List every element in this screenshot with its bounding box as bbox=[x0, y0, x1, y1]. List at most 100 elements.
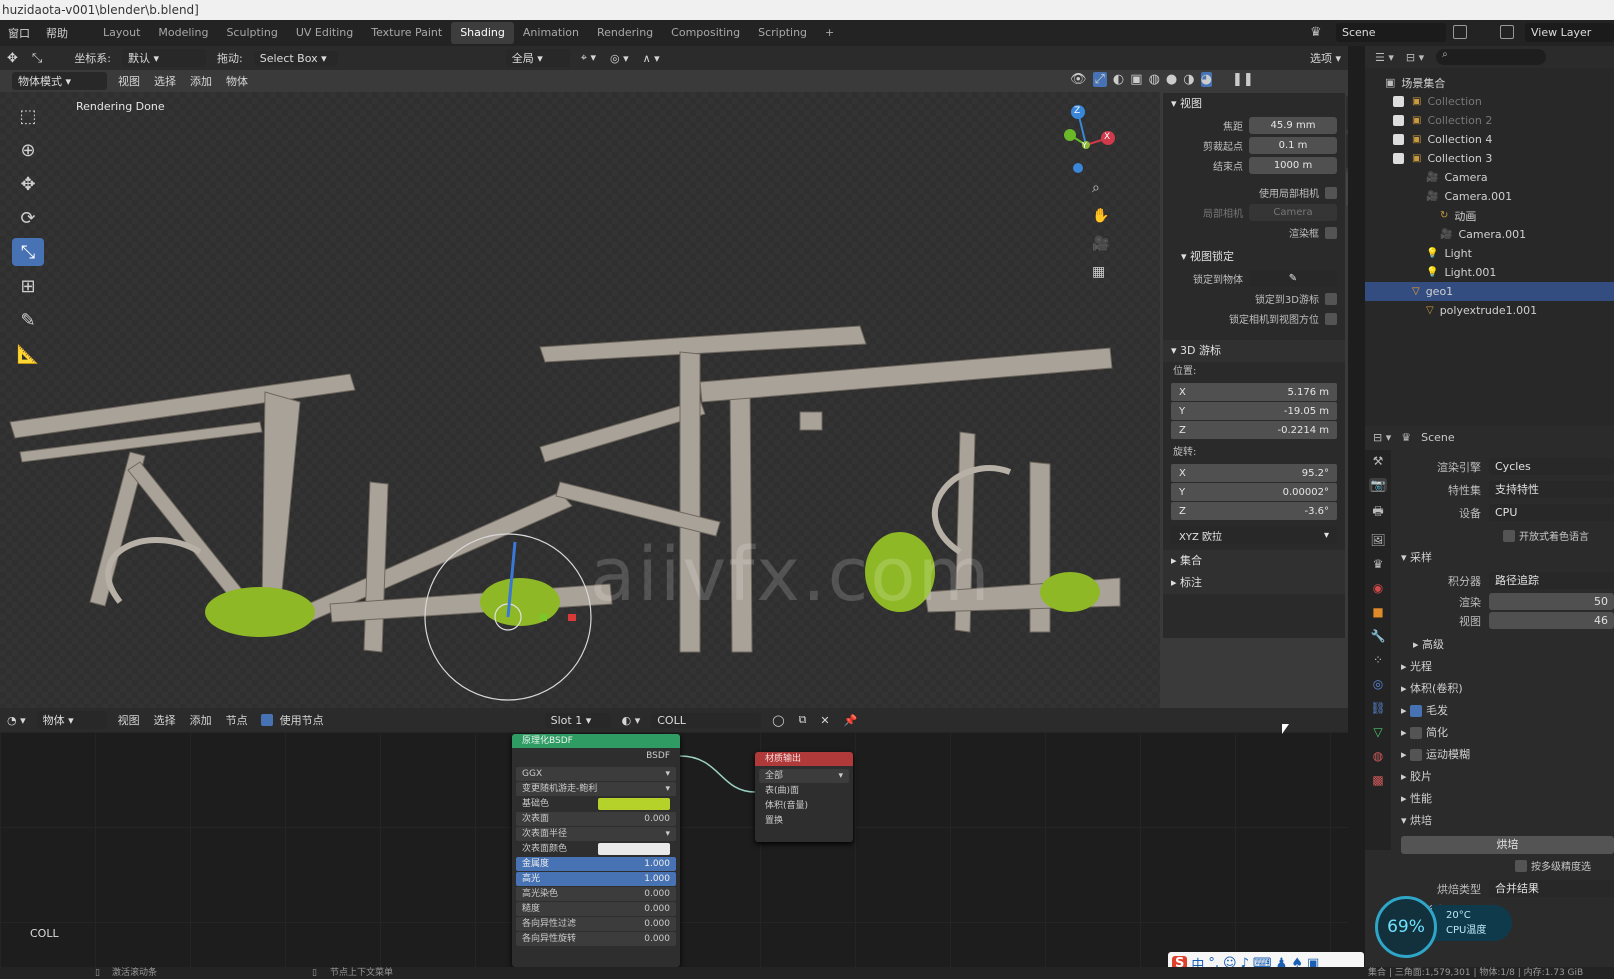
outliner-root[interactable]: ▣ 场景集合 bbox=[1365, 73, 1614, 92]
side-tab-view[interactable]: 视图 bbox=[1346, 172, 1348, 206]
tab-compositing[interactable]: Compositing bbox=[662, 22, 749, 44]
cursor-loc-x[interactable]: X 5.176 m bbox=[1171, 383, 1337, 401]
transform-tool-icon[interactable]: ✥ bbox=[0, 51, 25, 66]
outliner-item[interactable]: 🎥 Camera bbox=[1365, 168, 1614, 187]
unlink-material-icon[interactable]: ✕ bbox=[813, 714, 836, 727]
outliner-item[interactable]: ▽ polyextrude1.001 bbox=[1365, 301, 1614, 320]
subsurface-color-row[interactable]: 次表面颜色 bbox=[516, 842, 676, 856]
scene-field[interactable]: Scene bbox=[1336, 23, 1446, 42]
outliner-checkbox[interactable] bbox=[1407, 172, 1418, 183]
render-region-checkbox[interactable] bbox=[1325, 226, 1337, 239]
pan-hand-icon[interactable]: ✋ bbox=[1092, 208, 1109, 224]
snap-icon[interactable]: ⌖ ▾ bbox=[574, 51, 603, 65]
node-editor-canvas[interactable]: 原理化BSDF BSDF GGX ▾ 变更随机游走-鲍利 ▾ 基础色 次表面 0.00… bbox=[0, 732, 1348, 967]
outliner-checkbox[interactable] bbox=[1407, 305, 1418, 316]
tab-shading[interactable]: Shading bbox=[451, 22, 514, 44]
display-mode-icon[interactable]: ⊟ ▾ bbox=[1406, 51, 1424, 64]
displacement-input[interactable]: 置换 bbox=[759, 814, 849, 828]
roughness-row[interactable]: 糙度 0.000 bbox=[516, 902, 676, 916]
tab-scripting[interactable]: Scripting bbox=[749, 22, 816, 44]
bake-type-dropdown[interactable]: 合并结果 bbox=[1489, 880, 1614, 897]
base-color-swatch[interactable] bbox=[598, 798, 670, 810]
duplicate-material-icon[interactable]: ⧉ bbox=[792, 713, 814, 727]
outliner-checkbox[interactable] bbox=[1407, 191, 1418, 202]
material-name-field[interactable]: COLL bbox=[651, 712, 762, 728]
material-output-node[interactable]: 材质输出 全部 ▾ 表(曲)面 体积(音量) 置换 bbox=[755, 752, 853, 842]
rendered-shading-icon[interactable]: ◕ bbox=[1200, 72, 1212, 87]
metallic-row[interactable]: 金属度 1.000 bbox=[516, 857, 676, 871]
performance-section[interactable]: ▸ 性能 bbox=[1365, 788, 1614, 810]
overlay-icon[interactable]: ◐ bbox=[1113, 72, 1124, 87]
anisotropic-row[interactable]: 各向异性过滤 0.000 bbox=[516, 917, 676, 931]
multires-checkbox[interactable] bbox=[1515, 859, 1527, 872]
osl-checkbox[interactable] bbox=[1503, 529, 1515, 542]
tab-texture-paint[interactable]: Texture Paint bbox=[362, 22, 451, 44]
anisotropic-rotation-row[interactable]: 各向异性旋转 0.000 bbox=[516, 932, 676, 946]
material-sphere-icon[interactable]: ◐ ▾ bbox=[615, 714, 648, 727]
menu-object[interactable]: 物体 bbox=[219, 73, 255, 89]
outliner-item[interactable]: ▣ Collection 2 bbox=[1365, 111, 1614, 130]
tab-modeling[interactable]: Modeling bbox=[149, 22, 217, 44]
properties-type-icon[interactable]: ⊟ ▾ bbox=[1373, 431, 1391, 444]
camera-view-icon[interactable]: 🎥 bbox=[1092, 236, 1109, 252]
specular-row[interactable]: 高光 1.000 bbox=[516, 872, 676, 886]
distribution-dropdown[interactable]: GGX ▾ bbox=[516, 767, 676, 781]
menu-add[interactable]: 添加 bbox=[183, 73, 219, 89]
select-box-icon[interactable]: ⬚ bbox=[12, 102, 44, 130]
pause-render-icon[interactable]: ❚❚ bbox=[1232, 72, 1254, 87]
device-dropdown[interactable]: CPU bbox=[1489, 504, 1614, 521]
outliner-item[interactable]: 💡 Light.001 bbox=[1365, 263, 1614, 282]
world-tab-icon[interactable]: ◉ bbox=[1373, 581, 1383, 595]
motion-blur-section[interactable]: ▸ 运动模糊 bbox=[1365, 744, 1614, 766]
outliner-checkbox[interactable] bbox=[1393, 115, 1404, 126]
annotate-icon[interactable]: ✎ bbox=[12, 306, 44, 334]
mode-dropdown[interactable]: 物体模式 ▾ bbox=[12, 72, 107, 90]
tab-rendering[interactable]: Rendering bbox=[588, 22, 662, 44]
viewport-samples-field[interactable]: 46 bbox=[1489, 612, 1614, 629]
simplify-checkbox[interactable] bbox=[1410, 727, 1423, 739]
outliner-item[interactable]: ▣ Collection 4 bbox=[1365, 130, 1614, 149]
lock-object-field[interactable]: ✎ bbox=[1249, 270, 1337, 287]
surface-input[interactable]: 表(曲)面 bbox=[759, 784, 849, 798]
node-menu-view[interactable]: 视图 bbox=[111, 712, 147, 728]
outliner-item[interactable]: ▽ geo1 bbox=[1365, 282, 1614, 301]
subsurface-color-swatch[interactable] bbox=[598, 843, 670, 855]
move-icon[interactable]: ✥ bbox=[12, 170, 44, 198]
cursor-rot-z[interactable]: Z -3.6° bbox=[1171, 502, 1337, 520]
annotation-section-header[interactable]: ▸ 标注 bbox=[1163, 572, 1345, 594]
render-tab-icon[interactable]: 📷 bbox=[1368, 478, 1388, 492]
volumes-section[interactable]: ▸ 体积(卷积) bbox=[1365, 678, 1614, 700]
tab-layout[interactable]: Layout bbox=[94, 22, 149, 44]
constraint-tab-icon[interactable]: ⛓ bbox=[1370, 701, 1385, 715]
pivot-dropdown[interactable]: 全局 ▾ bbox=[505, 49, 570, 67]
cursor-loc-z[interactable]: Z -0.2214 m bbox=[1171, 421, 1337, 439]
gizmo-toggle-icon[interactable]: ⤢ bbox=[1092, 72, 1107, 87]
outliner-item[interactable]: ↻ 动画 bbox=[1365, 206, 1614, 225]
navigation-gizmo[interactable]: Z X Y bbox=[1047, 100, 1148, 180]
clip-end-field[interactable]: 1000 m bbox=[1249, 157, 1337, 174]
hair-section[interactable]: ▸ 毛发 bbox=[1365, 700, 1614, 722]
outliner-item[interactable]: 🎥 Camera.001 bbox=[1365, 225, 1614, 244]
cursor-rot-x[interactable]: X 95.2° bbox=[1171, 464, 1337, 482]
outliner-checkbox[interactable] bbox=[1407, 267, 1418, 278]
cursor-section-header[interactable]: ▾ 3D 游标 bbox=[1163, 340, 1345, 362]
subsurface-method-dropdown[interactable]: 变更随机游走-鲍利 ▾ bbox=[516, 782, 676, 796]
tab-uv-editing[interactable]: UV Editing bbox=[287, 22, 362, 44]
wireframe-shading-icon[interactable]: ◍ bbox=[1149, 72, 1160, 87]
outliner-checkbox[interactable] bbox=[1421, 229, 1432, 240]
lock-cursor-checkbox[interactable] bbox=[1325, 292, 1337, 305]
fake-user-icon[interactable]: ◯ bbox=[765, 714, 791, 727]
integrator-dropdown[interactable]: 路径追踪 bbox=[1489, 572, 1614, 589]
new-scene-icon[interactable] bbox=[1453, 25, 1467, 39]
transform-icon[interactable]: ⊞ bbox=[12, 272, 44, 300]
visibility-icon[interactable]: 👁 bbox=[1070, 72, 1087, 87]
slot-dropdown[interactable]: Slot 1 ▾ bbox=[544, 712, 611, 728]
outliner-checkbox[interactable] bbox=[1407, 248, 1418, 259]
view-layer-tab-icon[interactable]: 🖼 bbox=[1370, 533, 1385, 547]
collection-section-header[interactable]: ▸ 集合 bbox=[1163, 550, 1345, 572]
scale-mode-icon[interactable]: ⤡ bbox=[25, 51, 49, 66]
pin-icon[interactable]: 📌 bbox=[837, 714, 865, 727]
physics-tab-icon[interactable]: ◎ bbox=[1373, 677, 1383, 691]
node-menu-node[interactable]: 节点 bbox=[219, 712, 255, 728]
particles-tab-icon[interactable]: ⁘ bbox=[1373, 653, 1383, 667]
